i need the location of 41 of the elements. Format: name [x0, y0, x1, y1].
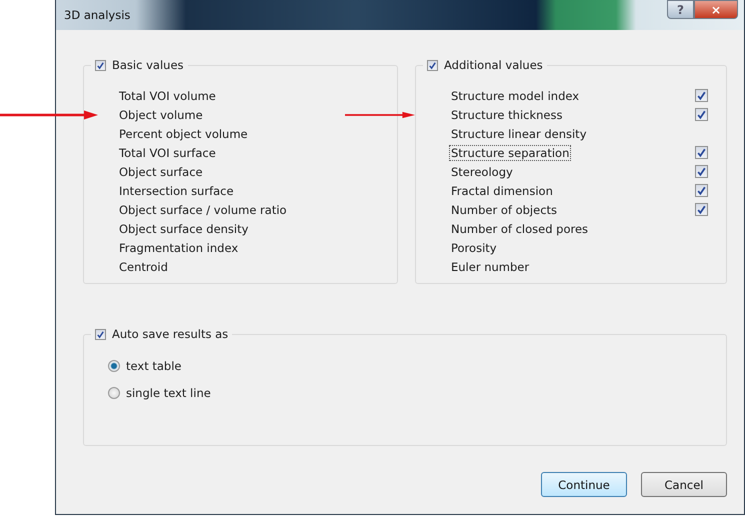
checkbox[interactable]: [95, 60, 106, 70]
option-label: Structure separation: [449, 144, 572, 160]
checkbox-label: Basic values: [112, 58, 184, 72]
checkbox[interactable]: [695, 165, 708, 178]
option-label: Object surface density: [119, 222, 248, 236]
dialog-button[interactable]: Continue: [541, 472, 627, 497]
option-label: Structure linear density: [450, 126, 588, 142]
option-label: Euler number: [450, 258, 530, 274]
close-button[interactable]: ×: [694, 0, 738, 19]
option-label: Number of closed pores: [450, 220, 590, 236]
option-label: Structure model index: [450, 88, 580, 104]
dialog-button[interactable]: Cancel: [641, 472, 727, 497]
option-label: Porosity: [450, 240, 498, 256]
option-label: Percent object volume: [119, 126, 248, 140]
radio-label: text table: [126, 359, 182, 373]
option-label: Object surface / volume ratio: [119, 202, 287, 216]
checkbox[interactable]: [695, 89, 708, 102]
option-label: Total VOI surface: [119, 146, 216, 160]
option-label: Intersection surface: [119, 184, 234, 198]
help-button[interactable]: ?: [667, 0, 694, 19]
option-label: Centroid: [119, 260, 168, 274]
checkbox[interactable]: [695, 108, 708, 121]
checkbox-label: Auto save results as: [112, 327, 228, 341]
checkbox[interactable]: [695, 203, 708, 216]
radio-label: single text line: [126, 386, 211, 400]
option-label: Total VOI volume: [119, 88, 216, 102]
checkbox[interactable]: [695, 184, 708, 197]
option-label: Fragmentation index: [119, 240, 238, 254]
radio-button[interactable]: [108, 360, 120, 372]
option-label: Structure thickness: [450, 106, 564, 122]
window-title: 3D analysis: [64, 8, 130, 22]
radio-button[interactable]: [108, 387, 120, 399]
option-label: Fractal dimension: [450, 182, 554, 198]
checkbox[interactable]: [427, 60, 438, 70]
checkbox[interactable]: [695, 146, 708, 159]
option-label: Object surface: [119, 164, 203, 178]
option-label: Number of objects: [450, 202, 558, 218]
option-label: Object volume: [119, 108, 203, 122]
checkbox-label: Additional values: [444, 58, 543, 72]
checkbox[interactable]: [95, 328, 106, 340]
option-label: Stereology: [450, 164, 514, 180]
